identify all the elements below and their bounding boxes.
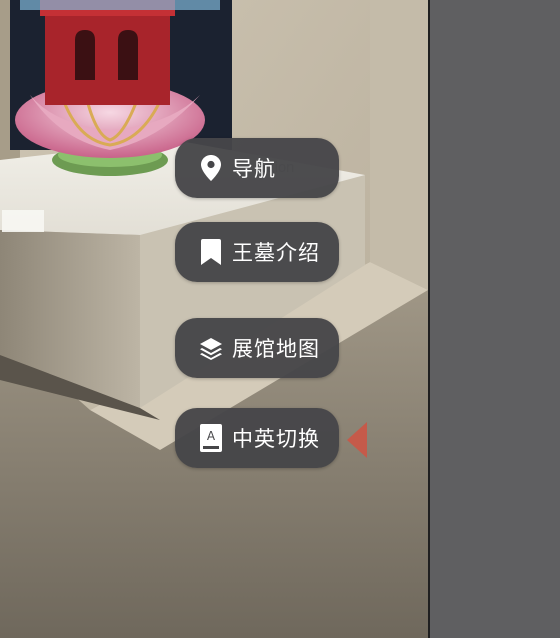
tomb-intro-button[interactable]: 王墓介绍 [175, 222, 339, 282]
side-panel [430, 0, 560, 638]
language-switch-label: 中英切换 [232, 427, 320, 451]
translate-book-icon: A [199, 424, 223, 452]
svg-text:A: A [207, 429, 216, 443]
location-pin-icon [199, 154, 223, 182]
active-indicator-arrow [347, 422, 367, 458]
navigation-label: 导航 [232, 157, 276, 181]
navigation-button[interactable]: 导航 [175, 138, 339, 198]
layers-icon [199, 334, 223, 362]
hall-map-button[interactable]: 展馆地图 [175, 318, 339, 378]
hall-map-label: 展馆地图 [232, 337, 320, 361]
bookmark-icon [199, 238, 223, 266]
tomb-intro-label: 王墓介绍 [232, 241, 320, 265]
language-switch-button[interactable]: A 中英切换 [175, 408, 339, 468]
